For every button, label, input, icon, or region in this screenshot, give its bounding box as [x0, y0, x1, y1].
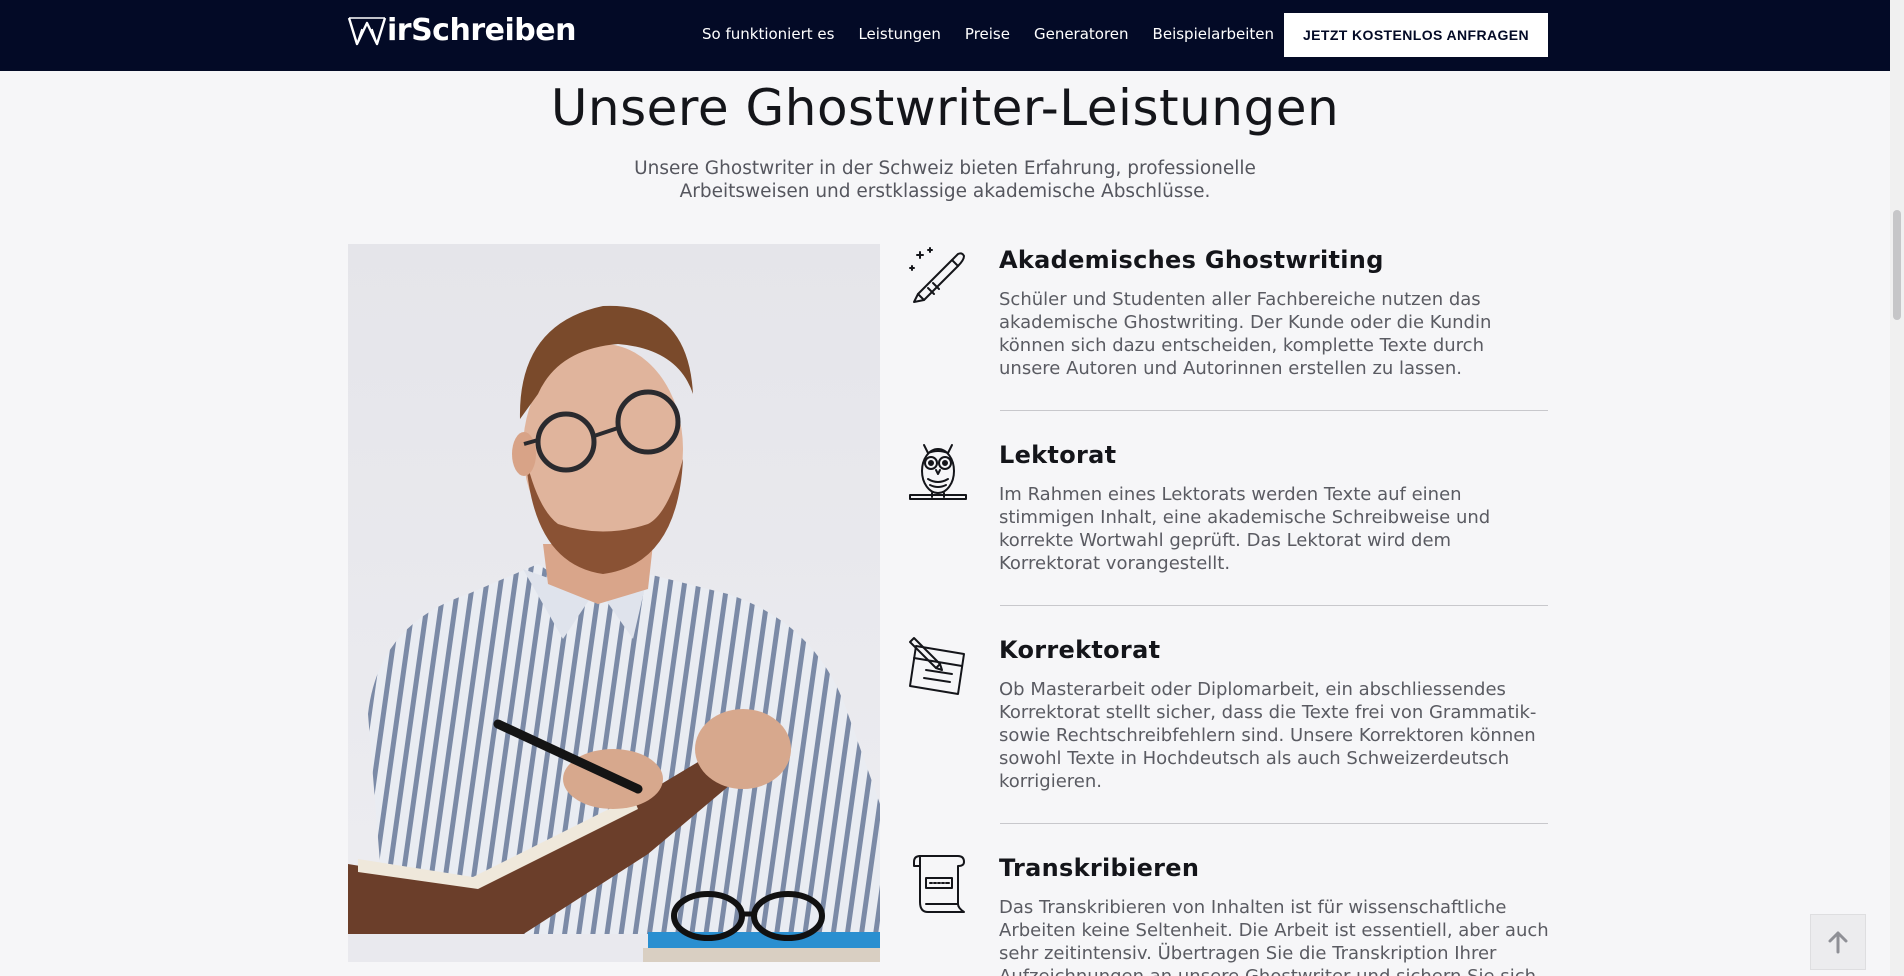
service-title: Akademisches Ghostwriting: [999, 246, 1384, 274]
nav-item-generatoren[interactable]: Generatoren: [1034, 24, 1129, 44]
logo-text: irSchreiben: [387, 13, 576, 48]
divider: [1000, 605, 1548, 606]
notepad-pen-icon: [906, 634, 970, 698]
scroll-icon: [906, 852, 970, 916]
service-korrektorat: Korrektorat Ob Masterarbeit oder Diploma…: [906, 634, 1548, 794]
logo-w-mark-icon: [347, 17, 387, 46]
divider: [1000, 410, 1548, 411]
service-akademisches-ghostwriting: Akademisches Ghostwriting Schüler und St…: [906, 244, 1548, 384]
nav-item-so-funktioniert-es[interactable]: So funktioniert es: [702, 24, 834, 44]
service-title: Korrektorat: [999, 636, 1161, 664]
site-header: irSchreiben So funktioniert es Leistunge…: [0, 0, 1904, 71]
logo[interactable]: irSchreiben: [347, 14, 576, 48]
service-description: Schüler und Studenten aller Fachbereiche…: [999, 289, 1492, 379]
pen-icon: [906, 244, 970, 308]
service-description: Das Transkribieren von Inhalten ist für …: [999, 897, 1549, 976]
nav-item-preise[interactable]: Preise: [965, 24, 1010, 44]
service-description: Im Rahmen eines Lektorats werden Texte a…: [999, 484, 1491, 574]
arrow-up-icon: [1828, 931, 1848, 954]
page-title: Unsere Ghostwriter-Leistungen: [550, 79, 1340, 137]
request-free-button[interactable]: JETZT KOSTENLOS ANFRAGEN: [1284, 13, 1548, 57]
service-transkribieren: Transkribieren Das Transkribieren von In…: [906, 852, 1549, 976]
owl-icon: [906, 439, 970, 503]
service-title: Lektorat: [999, 441, 1117, 469]
divider: [1000, 823, 1548, 824]
intro-text: Unsere Ghostwriter in der Schweiz bieten…: [634, 158, 1256, 202]
page-scrollbar[interactable]: [1890, 0, 1904, 976]
service-lektorat: Lektorat Im Rahmen eines Lektorats werde…: [906, 439, 1548, 579]
back-to-top-button[interactable]: [1810, 914, 1866, 970]
service-description: Ob Masterarbeit oder Diplomarbeit, ein a…: [999, 679, 1537, 792]
scrollbar-thumb[interactable]: [1893, 210, 1901, 320]
man-writing-notebook-illustration: [348, 244, 880, 962]
ghostwriter-photo: [348, 244, 880, 962]
nav-item-leistungen[interactable]: Leistungen: [858, 24, 940, 44]
main-nav: So funktioniert es Leistungen Preise Gen…: [702, 24, 1274, 44]
nav-item-beispielarbeiten[interactable]: Beispielarbeiten: [1153, 24, 1274, 44]
service-title: Transkribieren: [999, 854, 1200, 882]
